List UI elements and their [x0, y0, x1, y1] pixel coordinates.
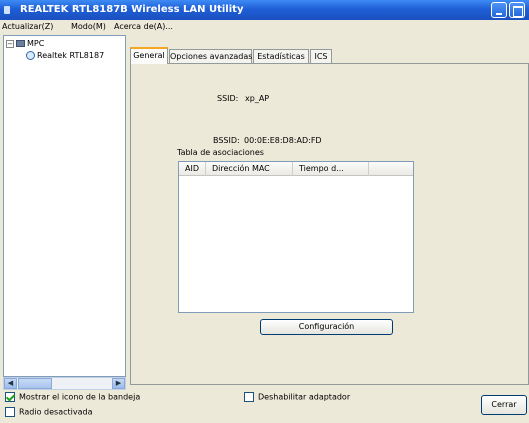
- scroll-left-button[interactable]: ◀: [4, 378, 17, 389]
- tab-estadisticas[interactable]: Estadísticas: [253, 49, 309, 63]
- column-aid[interactable]: AID: [179, 162, 206, 176]
- bssid-label: BSSID:: [213, 136, 240, 145]
- close-button[interactable]: Cerrar: [481, 395, 527, 415]
- computer-icon: [16, 40, 25, 47]
- configuration-button[interactable]: Configuración: [260, 319, 393, 335]
- tree-child-label: Realtek RTL8187: [37, 51, 105, 60]
- collapse-icon[interactable]: −: [6, 39, 14, 48]
- checkbox-checked-icon[interactable]: [5, 392, 15, 402]
- menu-acerca-de[interactable]: Acerca de(A)...: [114, 20, 173, 34]
- maximize-button[interactable]: [509, 2, 525, 18]
- menu-modo[interactable]: Modo(M): [71, 20, 106, 34]
- menu-actualizar[interactable]: Actualizar(Z): [2, 20, 53, 34]
- tree-horizontal-scrollbar[interactable]: ◀ ▶: [3, 377, 126, 390]
- tab-opciones-avanzadas[interactable]: Opciones avanzadas: [169, 49, 252, 63]
- minimize-button[interactable]: [491, 2, 507, 18]
- association-table[interactable]: AID Dirección MAC Tiempo d...: [178, 161, 414, 313]
- tree-item-adapter[interactable]: Realtek RTL8187: [26, 51, 104, 60]
- window-title: REALTEK RTL8187B Wireless LAN Utility: [20, 4, 244, 15]
- ssid-label: SSID:: [217, 94, 239, 103]
- disable-adapter-label: Deshabilitar adaptador: [258, 392, 351, 402]
- app-icon: [4, 6, 10, 14]
- association-table-header: AID Dirección MAC Tiempo d...: [179, 162, 413, 176]
- show-tray-icon-label: Mostrar el icono de la bandeja: [19, 392, 141, 402]
- ssid-value: xp_AP: [245, 94, 270, 103]
- tab-general[interactable]: General: [130, 47, 168, 64]
- radio-off-label: Radio desactivada: [19, 407, 93, 417]
- checkbox-unchecked-icon[interactable]: [244, 392, 254, 402]
- radio-off-checkbox[interactable]: Radio desactivada: [5, 407, 92, 417]
- scroll-right-button[interactable]: ▶: [112, 378, 125, 389]
- column-tiempo[interactable]: Tiempo d...: [293, 162, 369, 176]
- column-mac[interactable]: Dirección MAC: [206, 162, 293, 176]
- scroll-thumb[interactable]: [18, 378, 52, 389]
- network-adapter-icon: [26, 51, 35, 60]
- disable-adapter-checkbox[interactable]: Deshabilitar adaptador: [244, 392, 350, 402]
- checkbox-unchecked-icon[interactable]: [5, 407, 15, 417]
- tab-ics[interactable]: ICS: [310, 49, 332, 63]
- menu-bar: Actualizar(Z) Modo(M) Acerca de(A)...: [0, 20, 529, 34]
- title-bar: REALTEK RTL8187B Wireless LAN Utility: [0, 0, 529, 20]
- show-tray-icon-checkbox[interactable]: Mostrar el icono de la bandeja: [5, 392, 140, 402]
- bssid-value: 00:0E:E8:D8:AD:FD: [244, 136, 322, 145]
- device-tree[interactable]: − MPC Realtek RTL8187: [3, 35, 126, 377]
- tree-root-label: MPC: [27, 39, 45, 48]
- association-table-title: Tabla de asociaciones: [177, 148, 264, 157]
- tree-item-mpc[interactable]: − MPC: [6, 39, 44, 48]
